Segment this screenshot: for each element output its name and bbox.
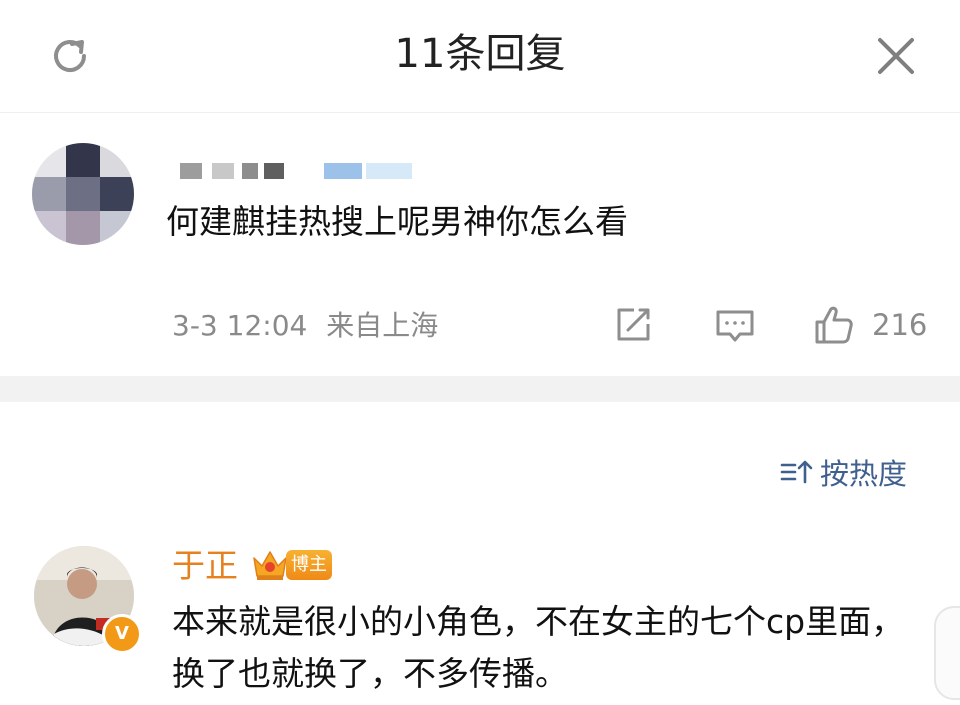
share-icon: [617, 308, 650, 341]
page-title: 11条回复: [394, 31, 566, 77]
header-bar: 11条回复: [0, 0, 960, 113]
reply-author[interactable]: 于正: [172, 544, 238, 588]
like-icon: [815, 306, 853, 344]
blurred-username[interactable]: [180, 163, 420, 183]
refresh-icon: [54, 40, 86, 72]
reply-item: V 于正 博主 本来就是很小的小角色，不在女主的七个cp里面，换了也就换了，不多…: [0, 540, 960, 705]
share-button[interactable]: [612, 303, 654, 347]
sort-button[interactable]: 按热度: [780, 450, 907, 494]
section-divider: [0, 376, 960, 402]
reply-page: 11条回复 何建麒挂热搜上呢男神你怎么看 3-3 12:04 来自上海 216 …: [0, 0, 960, 705]
verified-badge: V: [102, 614, 142, 654]
like-button[interactable]: 216: [812, 303, 927, 347]
comment-icon: [716, 310, 754, 342]
like-count: 216: [872, 308, 928, 342]
comment-meta: 3-3 12:04 来自上海: [172, 306, 438, 346]
avatar[interactable]: [32, 143, 134, 245]
original-comment: 何建麒挂热搜上呢男神你怎么看 3-3 12:04 来自上海 216: [0, 113, 960, 373]
comment-timestamp: 3-3 12:04: [172, 309, 308, 342]
badge-label: 博主: [286, 550, 332, 580]
crown-icon: [253, 551, 287, 580]
comment-text: 何建麒挂热搜上呢男神你怎么看: [166, 202, 628, 241]
blogger-badge: 博主: [250, 546, 336, 584]
close-icon: [878, 38, 914, 74]
refresh-button[interactable]: [40, 26, 100, 86]
sort-label: 按热度: [820, 457, 908, 491]
comment-button[interactable]: [714, 303, 756, 347]
sort-icon: [780, 460, 813, 484]
close-button[interactable]: [866, 26, 926, 86]
reply-text: 本来就是很小的小角色，不在女主的七个cp里面，换了也就换了，不多传播。: [172, 602, 905, 693]
floating-handle[interactable]: [934, 606, 960, 700]
comment-location: 来自上海: [326, 309, 439, 342]
